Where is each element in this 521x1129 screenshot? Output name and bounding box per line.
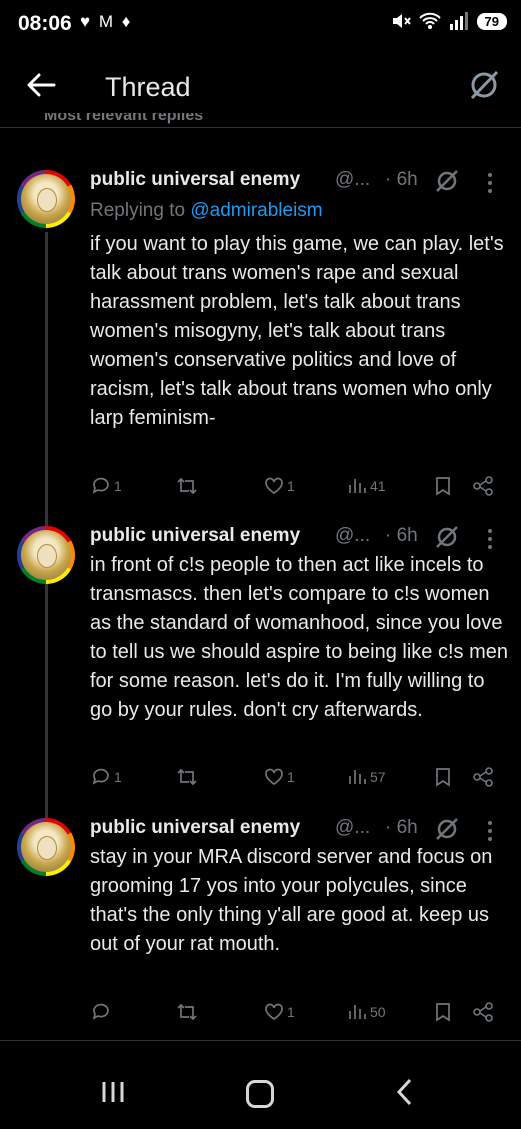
post-time: · 6h [385, 525, 418, 546]
view-count: 41 [370, 478, 386, 494]
page-title: Thread [105, 72, 191, 102]
bookmark-icon[interactable] [432, 475, 454, 497]
heart-icon [265, 477, 283, 495]
avatar[interactable] [17, 170, 75, 228]
repost-icon [177, 1003, 197, 1021]
post-text: in front of c!s people to then act like … [90, 554, 508, 721]
heart-icon [265, 1003, 283, 1021]
share-icon[interactable] [472, 1001, 494, 1023]
post-time: · 6h [385, 817, 418, 838]
signal-icon [449, 12, 468, 30]
like-button[interactable]: 1 [263, 475, 295, 497]
views-icon [349, 1005, 366, 1019]
repost-icon [177, 477, 197, 495]
author-handle[interactable]: @... [335, 525, 370, 547]
more-options-icon[interactable] [486, 820, 494, 842]
share-icon[interactable] [472, 475, 494, 497]
post-actions: 1 50 [0, 1001, 521, 1027]
home-icon[interactable] [246, 1080, 274, 1108]
divider [0, 1040, 521, 1041]
status-right: 79 [391, 12, 507, 30]
reply-handle-link[interactable]: @admirableism [190, 200, 322, 221]
post-actions: 1 1 41 [0, 475, 521, 501]
like-button[interactable]: 1 [263, 766, 295, 788]
back-icon[interactable] [393, 1077, 417, 1107]
reply-prefix: Replying to [90, 200, 191, 221]
reply-icon [92, 477, 109, 494]
post-time: · 6h [385, 169, 418, 190]
grok-icon[interactable] [434, 168, 460, 194]
avatar[interactable] [17, 526, 75, 584]
reply-button[interactable]: 1 [90, 475, 122, 497]
avatar[interactable] [17, 818, 75, 876]
more-options-icon[interactable] [486, 528, 494, 550]
author-handle[interactable]: @... [335, 817, 370, 839]
author-name[interactable]: public universal enemy [90, 525, 300, 547]
bookmark-icon[interactable] [432, 766, 454, 788]
views-icon [349, 479, 366, 493]
author-handle[interactable]: @... [335, 169, 370, 191]
reply-icon [92, 1003, 109, 1020]
battery-indicator: 79 [476, 12, 507, 30]
post-actions: 1 1 57 [0, 766, 521, 792]
view-count: 57 [370, 769, 386, 785]
like-count: 1 [287, 769, 295, 785]
share-icon[interactable] [472, 766, 494, 788]
post-text: if you want to play this game, we can pl… [90, 233, 504, 429]
author-name[interactable]: public universal enemy [90, 817, 300, 839]
recents-icon[interactable] [100, 1080, 126, 1104]
reply-count: 1 [114, 478, 122, 494]
views-button[interactable]: 41 [346, 475, 386, 497]
wifi-icon [418, 12, 441, 29]
reply-button[interactable]: 1 [90, 766, 122, 788]
post-text: stay in your MRA discord server and focu… [90, 846, 493, 955]
like-button[interactable]: 1 [263, 1001, 295, 1023]
view-count: 50 [370, 1004, 386, 1020]
status-time: 08:06 [18, 12, 72, 35]
reply-icon [92, 768, 109, 785]
bookmark-icon[interactable] [432, 1001, 454, 1023]
reply-count: 1 [114, 769, 122, 785]
notification-icons: ♥ M ♦ [80, 12, 133, 31]
reply-button[interactable] [90, 1001, 114, 1023]
repost-button[interactable] [176, 766, 200, 788]
back-arrow-icon[interactable] [24, 68, 58, 102]
repost-icon [177, 768, 197, 786]
views-button[interactable]: 50 [346, 1001, 386, 1023]
like-count: 1 [287, 478, 295, 494]
system-nav-bar [0, 1050, 521, 1129]
repost-button[interactable] [176, 475, 200, 497]
replying-to: Replying to @admirableism [90, 200, 323, 222]
grok-icon[interactable] [467, 68, 501, 102]
repost-button[interactable] [176, 1001, 200, 1023]
views-button[interactable]: 57 [346, 766, 386, 788]
mute-icon [392, 14, 411, 28]
views-icon [349, 770, 366, 784]
status-bar: 08:06 ♥ M ♦ 79 [0, 0, 521, 50]
grok-icon[interactable] [434, 816, 460, 842]
like-count: 1 [287, 1004, 295, 1020]
divider [0, 127, 521, 128]
heart-icon [265, 768, 283, 786]
more-options-icon[interactable] [486, 172, 494, 194]
grok-icon[interactable] [434, 524, 460, 550]
author-name[interactable]: public universal enemy [90, 169, 300, 191]
